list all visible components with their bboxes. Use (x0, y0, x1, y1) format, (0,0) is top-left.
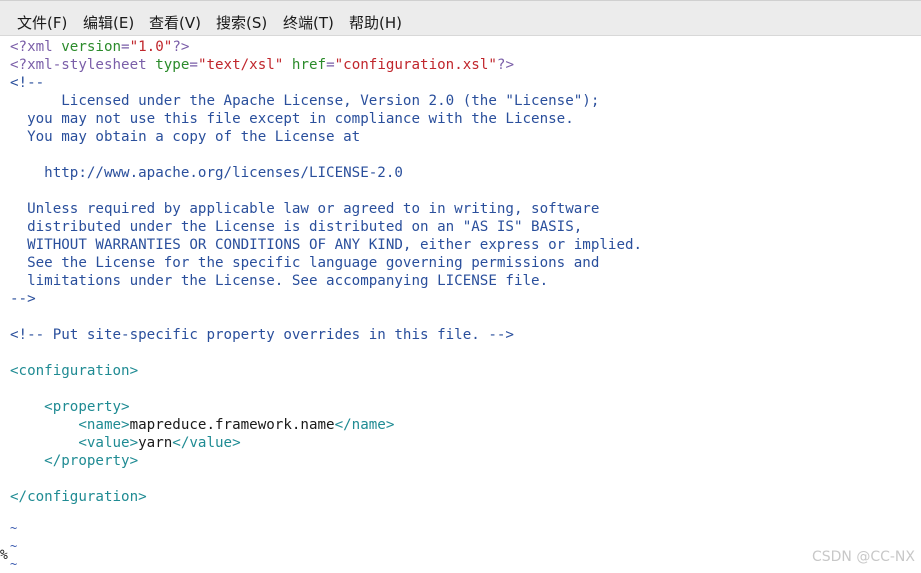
xml-decl-attr: version (61, 39, 122, 55)
comment-line: distributed under the License is distrib… (10, 219, 583, 235)
stylesheet-pi-open: <?xml-stylesheet (10, 57, 156, 73)
xml-decl-value: "1.0" (129, 39, 173, 55)
xml-decl-open: <?xml (10, 39, 62, 55)
empty-line-tilde: ~ (10, 557, 18, 571)
menu-help[interactable]: 帮助(H) (349, 13, 402, 33)
name-open-tag: <name> (10, 417, 130, 433)
menu-terminal[interactable]: 终端(T) (283, 13, 334, 33)
value-open-tag: <value> (10, 435, 139, 451)
watermark: CSDN @CC-NX (811, 549, 915, 565)
property-open-tag: <property> (10, 399, 130, 415)
site-specific-comment: <!-- Put site-specific property override… (10, 327, 514, 343)
menu-file[interactable]: 文件(F) (17, 13, 67, 33)
empty-line-tilde: ~ (10, 521, 18, 535)
comment-line: See the License for the specific languag… (10, 255, 600, 271)
comment-line: you may not use this file except in comp… (10, 111, 574, 127)
comment-line: WITHOUT WARRANTIES OR CONDITIONS OF ANY … (10, 237, 643, 253)
property-close-tag: </property> (10, 453, 139, 469)
stylesheet-space (283, 57, 292, 73)
name-close-tag: </name> (334, 417, 395, 433)
stylesheet-value-href: "configuration.xsl" (334, 57, 497, 73)
stylesheet-eq-type: = (189, 57, 198, 73)
menu-edit[interactable]: 编辑(E) (83, 13, 134, 33)
comment-line: http://www.apache.org/licenses/LICENSE-2… (10, 165, 403, 181)
stylesheet-value-type: "text/xsl" (197, 57, 284, 73)
status-fragment: % (0, 548, 8, 563)
menu-view[interactable]: 查看(V) (149, 13, 201, 33)
xml-decl-eq: = (121, 39, 130, 55)
terminal-window: 文件(F) 编辑(E) 查看(V) 搜索(S) 终端(T) 帮助(H) <?xm… (0, 0, 921, 573)
empty-line-tilde: ~ (10, 539, 18, 553)
stylesheet-attr-href: href (291, 57, 327, 73)
xml-decl-close: ?> (172, 39, 190, 55)
comment-line: Unless required by applicable law or agr… (10, 201, 600, 217)
stylesheet-pi-line: <?xml-stylesheet type="text/xsl" href="c… (10, 56, 514, 74)
vim-editor-area[interactable]: <?xml version="1.0"?> <?xml-stylesheet t… (0, 37, 921, 573)
menu-bar: 文件(F) 编辑(E) 查看(V) 搜索(S) 终端(T) 帮助(H) (0, 0, 921, 36)
name-value: mapreduce.framework.name (129, 417, 335, 433)
value-value: yarn (138, 435, 173, 451)
stylesheet-pi-close: ?> (496, 57, 515, 73)
comment-line: Licensed under the Apache License, Versi… (10, 93, 600, 109)
name-element-line: <name>mapreduce.framework.name</name> (10, 416, 394, 434)
comment-line: You may obtain a copy of the License at (10, 129, 361, 145)
stylesheet-attr-type: type (155, 57, 190, 73)
xml-declaration-line: <?xml version="1.0"?> (10, 38, 189, 56)
stylesheet-eq-href: = (326, 57, 335, 73)
comment-line: --> (10, 291, 36, 307)
comment-line: limitations under the License. See accom… (10, 273, 549, 289)
configuration-close-tag: </configuration> (10, 489, 147, 505)
comment-line: <!-- (10, 75, 45, 91)
value-element-line: <value>yarn</value> (10, 434, 241, 452)
value-close-tag: </value> (172, 435, 241, 451)
menu-search[interactable]: 搜索(S) (216, 13, 267, 33)
configuration-open-tag: <configuration> (10, 363, 139, 379)
